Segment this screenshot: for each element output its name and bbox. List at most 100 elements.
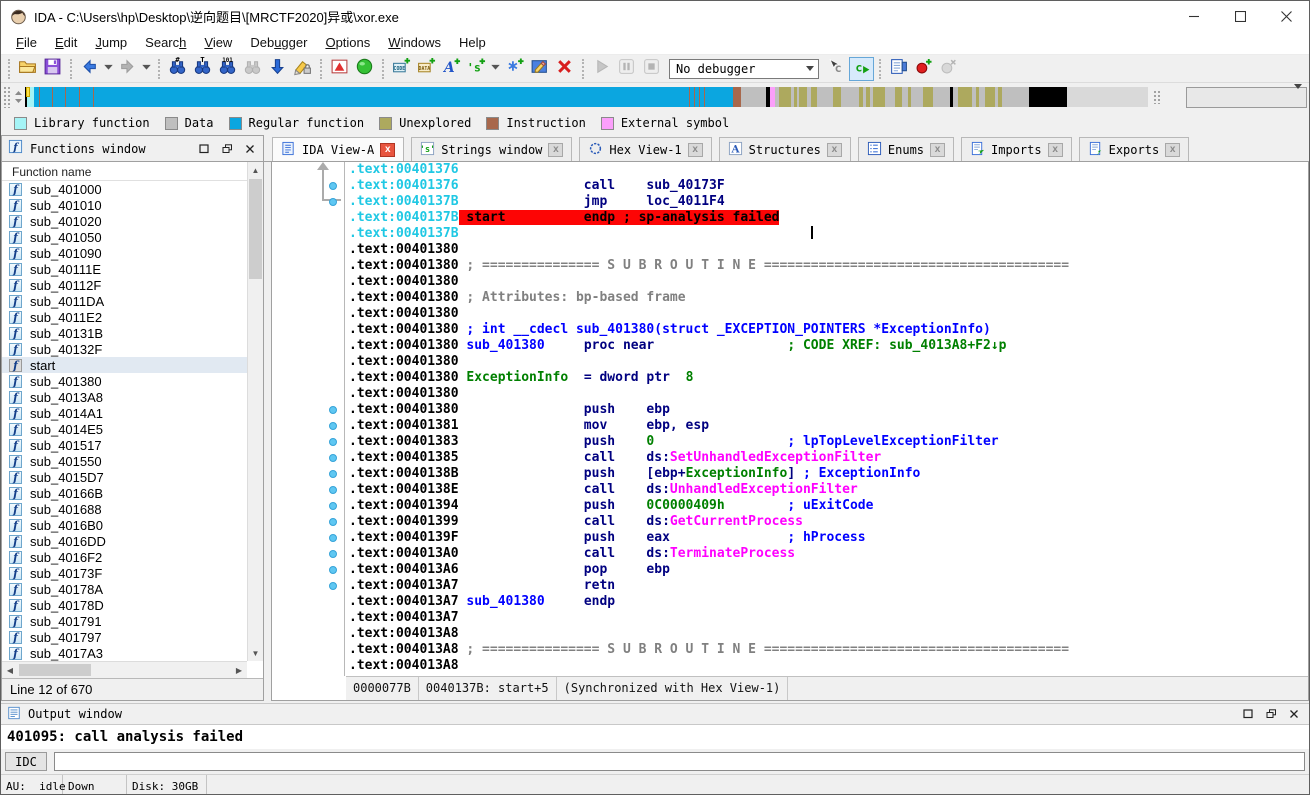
horizontal-scroll-thumb[interactable] bbox=[19, 664, 91, 676]
function-row[interactable]: fsub_401000 bbox=[2, 181, 247, 197]
debugger-windows-button[interactable] bbox=[886, 57, 911, 81]
open-file-button[interactable] bbox=[15, 57, 40, 81]
tab-close-icon[interactable]: x bbox=[930, 143, 945, 157]
function-row[interactable]: fsub_401791 bbox=[2, 613, 247, 629]
disassembly-line[interactable]: .text:00401394 push 0C0000409h ; uExitCo… bbox=[349, 498, 1308, 514]
disassembly-line[interactable]: .text:004013A6 pop ebp bbox=[349, 562, 1308, 578]
tab-hex-view-1[interactable]: Hex View-1x bbox=[579, 137, 711, 161]
debug-stop-button[interactable] bbox=[639, 57, 664, 81]
disassembly-line[interactable]: .text:00401380 bbox=[349, 306, 1308, 322]
menu-file[interactable]: File bbox=[7, 32, 46, 53]
function-row[interactable]: fsub_401688 bbox=[2, 501, 247, 517]
edit-function-button[interactable] bbox=[527, 57, 552, 81]
disassembly-line[interactable]: .text:004013A7 retn bbox=[349, 578, 1308, 594]
functions-restore-button[interactable] bbox=[199, 144, 210, 154]
search-again-button[interactable] bbox=[240, 57, 265, 81]
undefine-button[interactable] bbox=[552, 57, 577, 81]
disassembly-line[interactable]: .text:0040139F push eax ; hProcess bbox=[349, 530, 1308, 546]
functions-vertical-scrollbar[interactable]: ▲ ▼ bbox=[247, 162, 263, 661]
make-name-button[interactable]: A bbox=[439, 57, 464, 81]
disassembly-line[interactable]: .text:00401376 bbox=[349, 162, 1308, 178]
function-row[interactable]: fsub_4016DD bbox=[2, 533, 247, 549]
function-row[interactable]: fsub_40132F bbox=[2, 341, 247, 357]
function-row[interactable]: fsub_401517 bbox=[2, 437, 247, 453]
functions-horizontal-scrollbar[interactable]: ◀ ▶ bbox=[2, 661, 247, 678]
disassembly-line[interactable]: .text:004013A7 sub_401380 endp bbox=[349, 594, 1308, 610]
function-row[interactable]: fsub_40166B bbox=[2, 485, 247, 501]
function-row[interactable]: fsub_40173F bbox=[2, 565, 247, 581]
menu-search[interactable]: Search bbox=[136, 32, 195, 53]
disassembly-line[interactable]: .text:004013A7 bbox=[349, 610, 1308, 626]
disassembly-line[interactable]: .text:00401383 push 0 ; lpTopLevelExcept… bbox=[349, 434, 1308, 450]
disassembly-line[interactable]: .text:00401380 bbox=[349, 386, 1308, 402]
disassembly-line[interactable]: .text:004013A0 call ds:TerminateProcess bbox=[349, 546, 1308, 562]
scroll-left-icon[interactable]: ◀ bbox=[2, 666, 18, 675]
save-button[interactable] bbox=[40, 57, 65, 81]
disassembly-line[interactable]: .text:0040137B jmp loc_4011F4 bbox=[349, 194, 1308, 210]
function-row[interactable]: fsub_40178A bbox=[2, 581, 247, 597]
menu-edit[interactable]: Edit bbox=[46, 32, 86, 53]
function-row[interactable]: fsub_401050 bbox=[2, 229, 247, 245]
menu-debugger[interactable]: Debugger bbox=[241, 32, 316, 53]
highlight-button[interactable] bbox=[290, 57, 315, 81]
debugger-combo[interactable]: No debugger bbox=[669, 59, 819, 79]
functions-close-button[interactable] bbox=[245, 144, 255, 154]
function-row[interactable]: fsub_4016B0 bbox=[2, 517, 247, 533]
function-row[interactable]: fsub_4016F2 bbox=[2, 549, 247, 565]
jump-address-button[interactable] bbox=[265, 57, 290, 81]
function-row[interactable]: fsub_4013A8 bbox=[2, 389, 247, 405]
function-row[interactable]: fsub_40112F bbox=[2, 277, 247, 293]
function-row[interactable]: fsub_401550 bbox=[2, 453, 247, 469]
panel-splitter[interactable] bbox=[264, 162, 271, 701]
scroll-right-icon[interactable]: ▶ bbox=[231, 666, 247, 675]
menu-windows[interactable]: Windows bbox=[379, 32, 450, 53]
analysis-indicator[interactable] bbox=[352, 57, 377, 81]
tab-exports[interactable]: Exportsx bbox=[1079, 137, 1190, 161]
scroll-up-icon[interactable]: ▲ bbox=[248, 162, 263, 178]
tab-structures[interactable]: AStructuresx bbox=[719, 137, 851, 161]
function-row[interactable]: fsub_401380 bbox=[2, 373, 247, 389]
scroll-down-icon[interactable]: ▼ bbox=[248, 645, 263, 661]
disassembly-line[interactable]: .text:00401399 call ds:GetCurrentProcess bbox=[349, 514, 1308, 530]
tab-close-icon[interactable]: x bbox=[548, 143, 563, 157]
disassembly-line[interactable]: .text:00401380 sub_401380 proc near ; CO… bbox=[349, 338, 1308, 354]
disassembly-line[interactable]: .text:0040138E call ds:UnhandledExceptio… bbox=[349, 482, 1308, 498]
navband-spin-arrows[interactable] bbox=[14, 90, 23, 109]
tab-close-icon[interactable]: x bbox=[1165, 143, 1180, 157]
navigation-band[interactable] bbox=[25, 87, 1148, 107]
idc-button[interactable]: IDC bbox=[5, 752, 47, 771]
function-row[interactable]: fsub_4011E2 bbox=[2, 309, 247, 325]
add-breakpoint-button[interactable] bbox=[911, 57, 936, 81]
navband-grip[interactable] bbox=[1153, 90, 1161, 104]
function-row[interactable]: fsub_4014E5 bbox=[2, 421, 247, 437]
forward-dropdown[interactable] bbox=[140, 57, 153, 81]
output-log[interactable]: 401095: call analysis failed bbox=[1, 725, 1309, 749]
disassembly-line[interactable]: .text:004013A8 bbox=[349, 626, 1308, 642]
make-array-button[interactable] bbox=[502, 57, 527, 81]
disassembly-line[interactable]: .text:00401380 bbox=[349, 242, 1308, 258]
tab-enums[interactable]: Enumsx bbox=[858, 137, 954, 161]
problems-button[interactable] bbox=[327, 57, 352, 81]
tab-close-icon[interactable]: x bbox=[380, 143, 395, 157]
maximize-button[interactable] bbox=[1217, 1, 1263, 31]
string-dropdown[interactable] bbox=[489, 57, 502, 81]
back-dropdown[interactable] bbox=[102, 57, 115, 81]
function-row[interactable]: fsub_4014A1 bbox=[2, 405, 247, 421]
disassembly-line[interactable]: .text:0040137B bbox=[349, 226, 1308, 242]
disassembly-line[interactable]: .text:00401381 mov ebp, esp bbox=[349, 418, 1308, 434]
disassembly-line[interactable]: .text:00401380 bbox=[349, 354, 1308, 370]
output-restore-button[interactable] bbox=[1243, 709, 1254, 719]
idc-command-input[interactable] bbox=[54, 752, 1305, 771]
function-row[interactable]: fsub_40111E bbox=[2, 261, 247, 277]
tab-close-icon[interactable]: x bbox=[1048, 143, 1063, 157]
disassembly-line[interactable]: .text:00401380 ; int __cdecl sub_401380(… bbox=[349, 322, 1308, 338]
tab-close-icon[interactable]: x bbox=[688, 143, 703, 157]
attach-process-button[interactable]: c bbox=[824, 57, 849, 81]
debug-pause-button[interactable] bbox=[614, 57, 639, 81]
menu-view[interactable]: View bbox=[195, 32, 241, 53]
continue-process-button[interactable]: c bbox=[849, 57, 874, 81]
forward-button[interactable] bbox=[115, 57, 140, 81]
function-row[interactable]: fstart bbox=[2, 357, 247, 373]
functions-float-button[interactable] bbox=[222, 144, 233, 154]
menu-help[interactable]: Help bbox=[450, 32, 495, 53]
